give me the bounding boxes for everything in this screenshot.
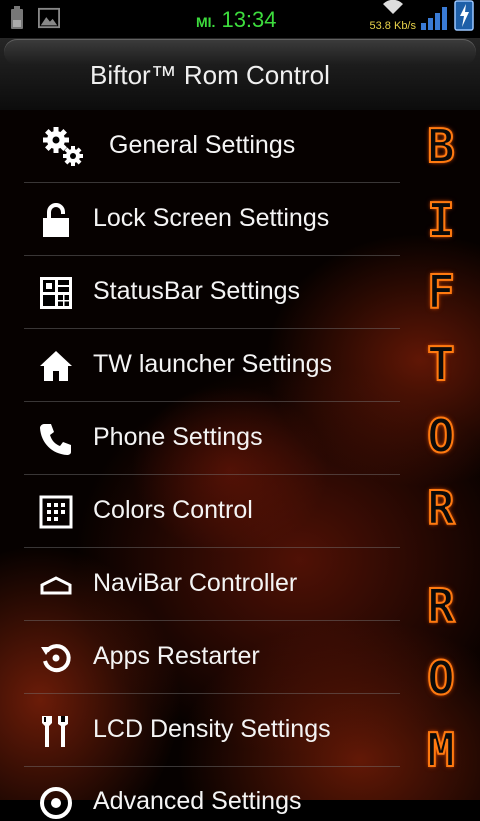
menu-item-label: Phone Settings xyxy=(93,423,263,451)
menu-item-label: Colors Control xyxy=(93,496,253,524)
title-bar: Biftor™ Rom Control xyxy=(0,38,480,110)
status-right-icons: 53.8 Kb/s xyxy=(369,0,474,36)
navibar-icon xyxy=(38,567,74,603)
side-letter: O xyxy=(426,408,456,464)
side-letter: F xyxy=(426,264,456,320)
menu-item-advanced-settings[interactable]: Advanced Settings xyxy=(24,767,400,819)
status-left-icons xyxy=(6,6,60,30)
wifi-icon xyxy=(382,0,404,20)
side-letter: O xyxy=(426,650,456,706)
menu-item-phone-settings[interactable]: Phone Settings xyxy=(24,402,400,475)
menu-item-lcd-density-settings[interactable]: LCD Density Settings xyxy=(24,694,400,767)
menu-item-label: Apps Restarter xyxy=(93,642,260,670)
side-letter: M xyxy=(426,722,456,778)
menu-item-label: Advanced Settings xyxy=(93,787,302,815)
menu-list: General Settings Lock Screen Settings St… xyxy=(0,110,480,819)
phone-icon xyxy=(38,421,74,457)
signal-icon xyxy=(420,5,450,36)
advanced-icon xyxy=(38,785,74,821)
menu-item-label: StatusBar Settings xyxy=(93,277,301,305)
gears-icon xyxy=(42,125,86,169)
app-title: Biftor™ Rom Control xyxy=(90,60,330,90)
menu-item-label: NaviBar Controller xyxy=(93,569,298,597)
menu-item-label: Lock Screen Settings xyxy=(93,204,330,232)
menu-item-statusbar-settings[interactable]: StatusBar Settings xyxy=(24,256,400,329)
menu-item-label: TW launcher Settings xyxy=(93,350,332,378)
side-letter: T xyxy=(426,336,456,392)
image-icon xyxy=(38,6,60,30)
menu-item-navibar-controller[interactable]: NaviBar Controller xyxy=(24,548,400,621)
menu-item-apps-restarter[interactable]: Apps Restarter xyxy=(24,621,400,694)
dialpad-icon xyxy=(38,494,74,530)
clock: MI. 13:34 xyxy=(196,7,277,33)
menu-item-general-settings[interactable]: General Settings xyxy=(24,110,400,183)
lock-icon xyxy=(38,202,74,238)
menu-item-lock-screen-settings[interactable]: Lock Screen Settings xyxy=(24,183,400,256)
home-icon xyxy=(38,348,74,384)
side-letter: I xyxy=(426,192,456,248)
tools-icon xyxy=(38,713,74,749)
side-letter: R xyxy=(426,578,456,634)
statusbar-grid-icon xyxy=(38,275,74,311)
clock-day: MI. xyxy=(196,14,216,30)
menu-item-tw-launcher-settings[interactable]: TW launcher Settings xyxy=(24,329,400,402)
menu-item-colors-control[interactable]: Colors Control xyxy=(24,475,400,548)
side-letter: R xyxy=(426,480,456,536)
menu-item-label: General Settings xyxy=(109,131,296,159)
menu-item-label: LCD Density Settings xyxy=(93,715,331,743)
power-icon xyxy=(454,0,474,36)
restart-icon xyxy=(38,640,74,676)
battery-icon xyxy=(6,6,28,30)
status-bar: MI. 13:34 53.8 Kb/s xyxy=(0,0,480,38)
side-letter: B xyxy=(426,118,456,174)
clock-time: 13:34 xyxy=(221,7,277,32)
network-speed: 53.8 Kb/s xyxy=(369,20,416,32)
